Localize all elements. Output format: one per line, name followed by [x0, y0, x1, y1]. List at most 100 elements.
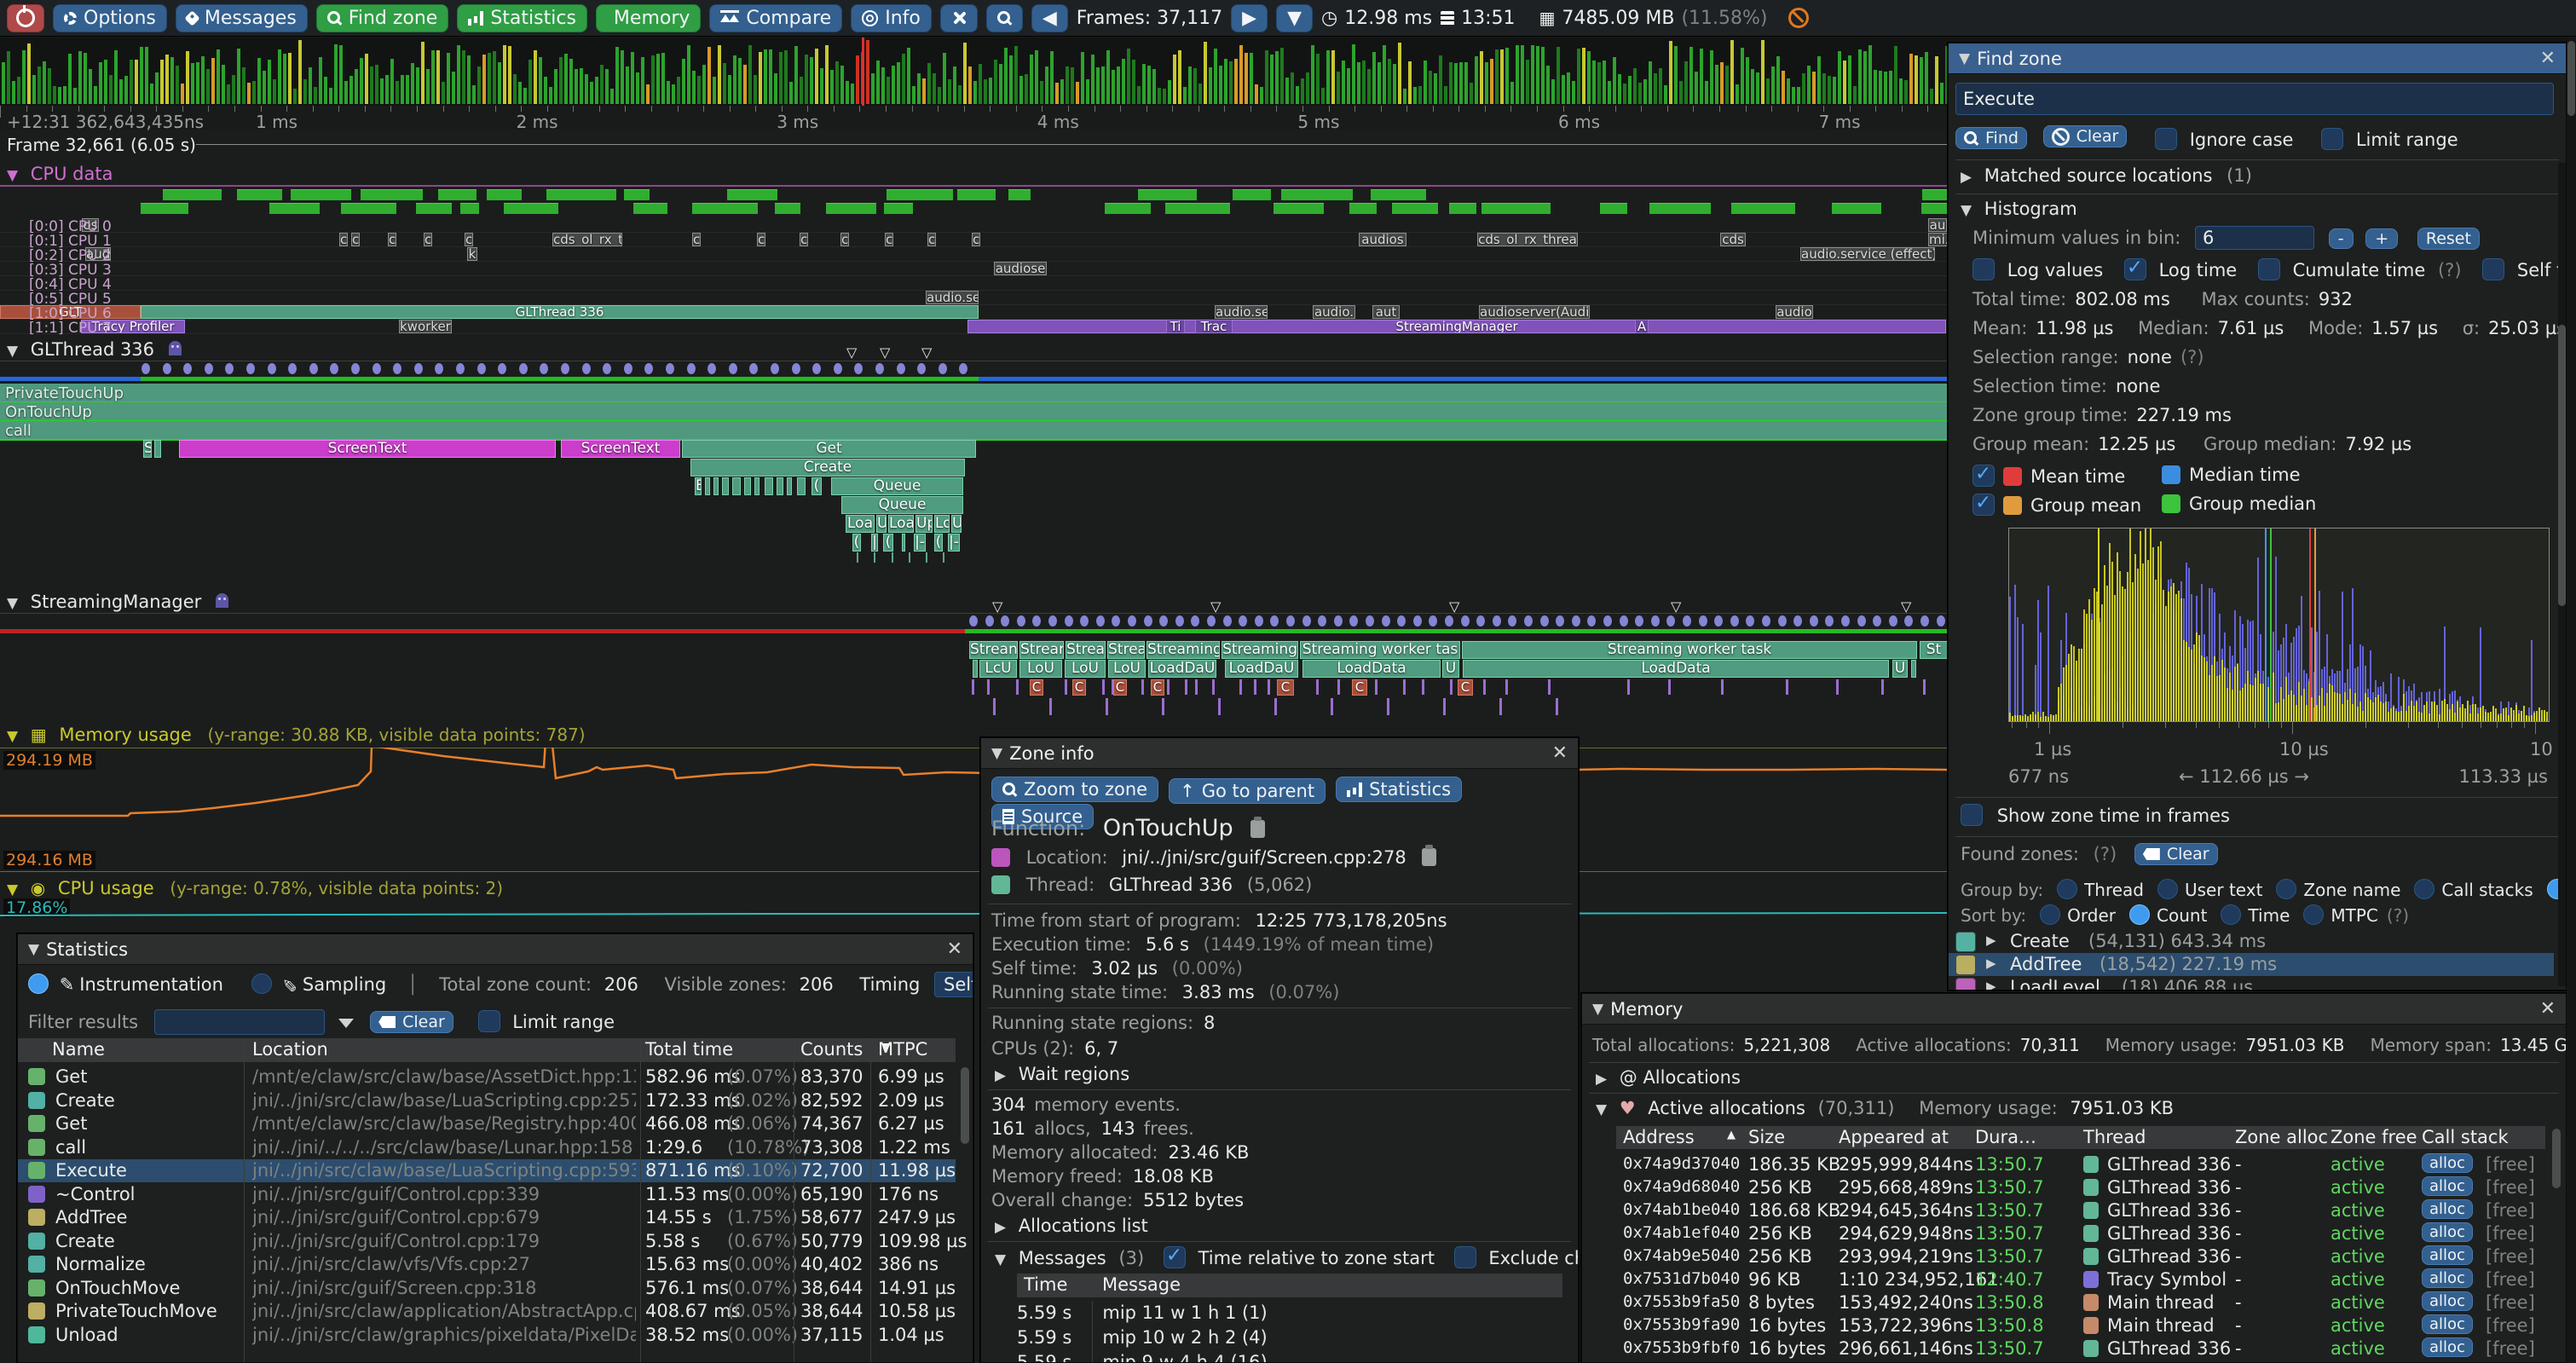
frame-bar[interactable]: [989, 78, 992, 104]
sample-dot[interactable]: [330, 363, 338, 374]
frame-bar[interactable]: [370, 66, 373, 104]
cpu-zone[interactable]: c: [972, 233, 980, 246]
frame-bar[interactable]: [22, 50, 26, 104]
frame-bar[interactable]: [641, 57, 644, 104]
table-row[interactable]: AddTreejni/../jni/src/guif/Control.cpp:6…: [18, 1206, 956, 1229]
frame-bar[interactable]: [421, 42, 425, 104]
timeline-zone[interactable]: E: [695, 477, 702, 495]
frame-bar[interactable]: [1669, 41, 1672, 104]
frame-bar[interactable]: [1695, 72, 1698, 104]
statistics-titlebar[interactable]: ▼ Statistics ✕: [18, 934, 973, 965]
sample-dot[interactable]: [1175, 615, 1184, 627]
frame-bar[interactable]: [830, 70, 834, 104]
frame-bar[interactable]: [1822, 73, 1826, 104]
frame-bar[interactable]: [1812, 72, 1816, 104]
frame-bar[interactable]: [677, 77, 680, 104]
sample-dot[interactable]: [1904, 615, 1913, 627]
find-zone-histogram[interactable]: [2008, 528, 2550, 722]
cpu-plot-header[interactable]: ▼ ◉ CPU usage (y-range: 0.78%, visible d…: [7, 878, 503, 898]
sample-dot[interactable]: [1793, 615, 1802, 627]
frame-bar[interactable]: [1444, 86, 1447, 104]
frame-bar[interactable]: [1301, 78, 1304, 104]
frame-bar[interactable]: [518, 82, 522, 104]
sample-dot[interactable]: [1476, 615, 1485, 627]
limit-range-checkbox[interactable]: [2321, 128, 2343, 150]
frame-bar[interactable]: [1142, 64, 1146, 104]
exclude-children-checkbox[interactable]: [1454, 1246, 1476, 1268]
find-zone-scrollbar[interactable]: [2558, 325, 2566, 606]
frame-bar[interactable]: [1209, 67, 1212, 104]
frame-bar[interactable]: [1495, 49, 1499, 104]
frame-bar[interactable]: [355, 69, 358, 104]
frame-bar[interactable]: [78, 51, 82, 104]
cpu-zone[interactable]: cds_ol_rx_threa: [1477, 233, 1578, 246]
frame-bar[interactable]: [779, 52, 783, 105]
sample-dot[interactable]: [1825, 615, 1834, 627]
sample-dot[interactable]: [1841, 615, 1850, 627]
zone-info-titlebar[interactable]: ▼ Zone info ✕: [981, 738, 1578, 769]
table-row[interactable]: 0x74a9d37040186.35 KB295,999,844ns13:50.…: [1616, 1153, 2545, 1176]
memory-column-header[interactable]: Call stack: [2422, 1127, 2509, 1147]
group-by-radio-zone-name[interactable]: [2276, 879, 2296, 899]
frame-bar[interactable]: [549, 87, 552, 104]
frame-bar[interactable]: [1163, 89, 1166, 104]
sample-dot[interactable]: [435, 363, 443, 374]
frame-bar[interactable]: [278, 49, 281, 104]
frame-bar[interactable]: [672, 84, 675, 104]
sample-dot[interactable]: [1461, 615, 1470, 627]
timeline-zone[interactable]: [787, 477, 792, 495]
frame-bar[interactable]: [1480, 51, 1483, 104]
frame-bar[interactable]: [723, 63, 726, 104]
timeline-zone[interactable]: [973, 660, 978, 678]
frame-bar[interactable]: [1311, 45, 1314, 104]
frame-bar[interactable]: [452, 72, 455, 104]
cpu-zone[interactable]: audios: [1359, 233, 1406, 246]
sample-dot[interactable]: [1065, 615, 1073, 627]
sample-dot[interactable]: [687, 363, 696, 374]
compare-button[interactable]: Compare: [709, 4, 842, 32]
frame-bar[interactable]: [1577, 49, 1580, 104]
frame-bar[interactable]: [733, 55, 736, 104]
legend-checkbox[interactable]: [1972, 494, 1995, 516]
frame-bar[interactable]: [631, 52, 634, 104]
frame-bar[interactable]: [1470, 83, 1473, 104]
sort-by-radio-time[interactable]: [2221, 904, 2241, 925]
frame-bar[interactable]: [1751, 69, 1754, 104]
sample-dot[interactable]: [1207, 615, 1216, 627]
frame-bar[interactable]: [1572, 81, 1575, 104]
timeline-zone[interactable]: LoadData: [1463, 660, 1889, 678]
frame-bar[interactable]: [1030, 55, 1033, 104]
memory-column-header[interactable]: Address: [1623, 1127, 1695, 1147]
alloc-callstack-button[interactable]: alloc: [2422, 1291, 2473, 1311]
frame-bar[interactable]: [1413, 87, 1417, 104]
frame-bar[interactable]: [1045, 66, 1048, 104]
frame-bar[interactable]: [835, 61, 839, 104]
timeline-zone[interactable]: Get: [682, 440, 976, 458]
timeline-zone[interactable]: C: [1352, 679, 1367, 696]
frame-bar[interactable]: [140, 47, 143, 104]
frame-bar[interactable]: [447, 53, 450, 104]
frame-bar[interactable]: [605, 69, 609, 104]
frame-bar[interactable]: [1337, 72, 1340, 104]
cumulate-time-checkbox[interactable]: [2258, 258, 2280, 280]
cpu-zone[interactable]: c: [339, 233, 348, 246]
filter-input[interactable]: [154, 1009, 325, 1035]
power-button[interactable]: [7, 4, 44, 32]
sample-dot[interactable]: [1366, 615, 1374, 627]
frame-bar[interactable]: [217, 49, 220, 104]
frame-bar[interactable]: [1710, 50, 1713, 104]
frame-bar[interactable]: [1715, 65, 1718, 104]
frame-bar[interactable]: [881, 67, 885, 104]
frame-bar[interactable]: [1188, 66, 1192, 104]
frame-bar[interactable]: [314, 87, 317, 104]
frame-bar[interactable]: [958, 85, 962, 104]
frame-bar[interactable]: [917, 73, 921, 104]
frame-bar[interactable]: [1408, 61, 1412, 104]
frame-bar[interactable]: [1909, 54, 1913, 104]
frame-bar[interactable]: [1424, 61, 1427, 104]
frame-bar[interactable]: [1306, 72, 1309, 104]
frame-bar[interactable]: [1066, 66, 1069, 104]
frame-bar[interactable]: [1055, 83, 1059, 104]
find-zone-query-input[interactable]: [1955, 83, 2554, 115]
frame-bar[interactable]: [1833, 77, 1836, 104]
